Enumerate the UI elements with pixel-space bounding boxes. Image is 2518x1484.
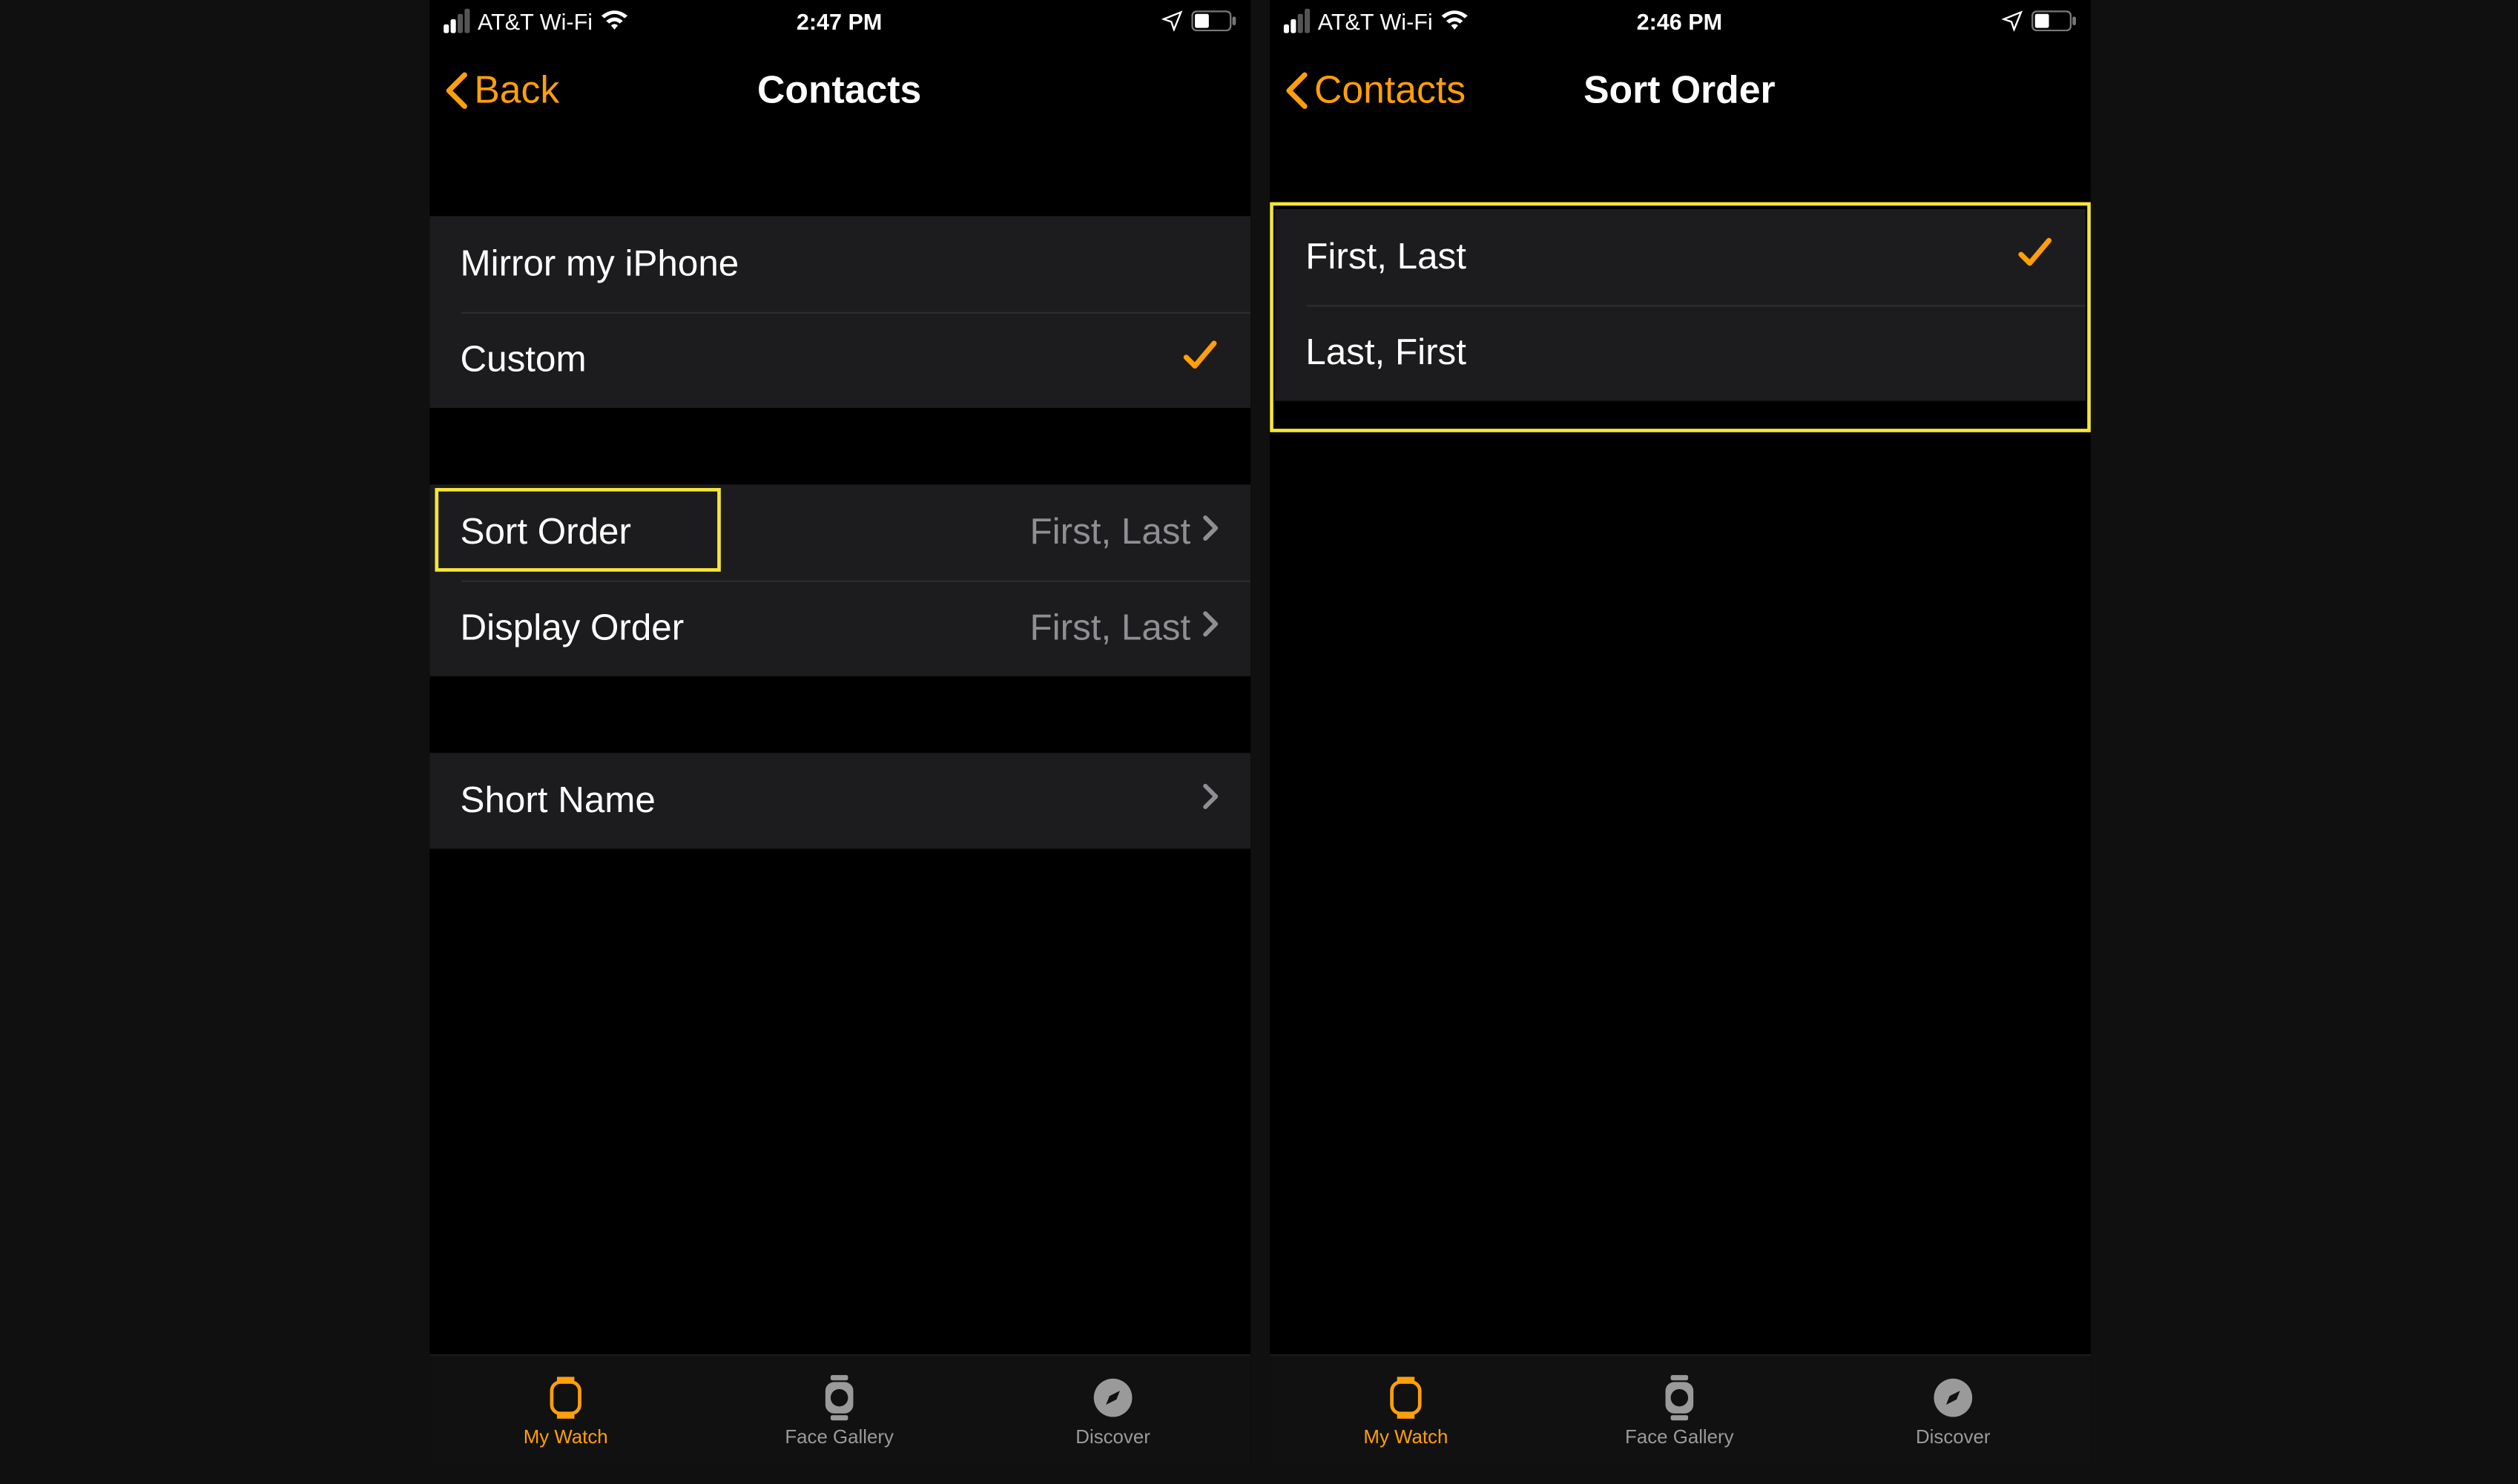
chevron-right-icon xyxy=(1201,514,1219,550)
tab-label: Face Gallery xyxy=(785,1428,894,1448)
tab-my-watch[interactable]: My Watch xyxy=(1268,1356,1542,1464)
row-label: Last, First xyxy=(1305,332,2053,374)
mirror-group: Mirror my iPhone Custom xyxy=(429,216,1250,407)
tab-discover[interactable]: Discover xyxy=(1816,1356,2089,1464)
battery-icon xyxy=(2030,10,2075,31)
row-label: Mirror my iPhone xyxy=(460,243,1218,285)
tab-label: Discover xyxy=(1915,1428,1990,1448)
checkmark-icon xyxy=(1180,337,1219,383)
tab-label: My Watch xyxy=(1363,1428,1448,1448)
tab-my-watch[interactable]: My Watch xyxy=(429,1356,702,1464)
chevron-left-icon xyxy=(1282,70,1307,109)
status-bar: AT&T Wi-Fi 2:46 PM xyxy=(1268,0,2089,42)
tab-bar: My Watch Face Gallery Discover xyxy=(429,1354,1250,1464)
carrier-label: AT&T Wi-Fi xyxy=(1317,8,1432,34)
watch-face-icon xyxy=(1653,1371,1706,1424)
back-button[interactable]: Contacts xyxy=(1282,67,1465,112)
row-label: Display Order xyxy=(460,607,1029,649)
chevron-right-icon xyxy=(1201,782,1219,819)
wifi-icon xyxy=(1441,10,1469,31)
page-title: Contacts xyxy=(757,67,921,112)
row-display-order[interactable]: Display Order First, Last xyxy=(429,581,1250,676)
row-mirror-iphone[interactable]: Mirror my iPhone xyxy=(429,216,1250,311)
phone-sort-order: AT&T Wi-Fi 2:46 PM Contacts Sort Order xyxy=(1268,0,2089,1464)
tab-label: Discover xyxy=(1075,1428,1150,1448)
back-button[interactable]: Back xyxy=(443,67,559,112)
row-label: Sort Order xyxy=(460,512,1029,553)
tab-face-gallery[interactable]: Face Gallery xyxy=(1542,1356,1816,1464)
scroll-content[interactable]: First, Last Last, First xyxy=(1268,139,2089,1354)
row-label: Custom xyxy=(460,339,1180,380)
watch-face-icon xyxy=(813,1371,866,1424)
phone-contacts: AT&T Wi-Fi 2:47 PM Back Contacts xyxy=(429,0,1250,1464)
tab-discover[interactable]: Discover xyxy=(976,1356,1250,1464)
tab-face-gallery[interactable]: Face Gallery xyxy=(702,1356,976,1464)
row-sort-order[interactable]: Sort Order First, Last xyxy=(429,484,1250,580)
location-icon xyxy=(2000,10,2021,31)
nav-bar: Contacts Sort Order xyxy=(1268,42,2089,139)
wifi-icon xyxy=(601,10,629,31)
row-custom[interactable]: Custom xyxy=(429,312,1250,408)
location-icon xyxy=(1161,10,1181,31)
cellular-signal-icon xyxy=(443,9,469,33)
tab-label: My Watch xyxy=(523,1428,607,1448)
cellular-signal-icon xyxy=(1282,9,1308,33)
row-detail: First, Last xyxy=(1029,607,1190,649)
chevron-left-icon xyxy=(443,70,467,109)
order-group: Sort Order First, Last Display Order Fir… xyxy=(429,484,1250,676)
page-title: Sort Order xyxy=(1583,67,1776,112)
scroll-content[interactable]: Mirror my iPhone Custom Sort Order First… xyxy=(429,139,1250,1354)
shortname-group: Short Name xyxy=(429,753,1250,848)
checkmark-icon xyxy=(2014,234,2053,280)
back-label: Back xyxy=(474,67,559,112)
back-label: Contacts xyxy=(1314,67,1466,112)
compass-icon xyxy=(1087,1371,1139,1424)
sort-options-group: First, Last Last, First xyxy=(1273,209,2084,401)
watch-icon xyxy=(539,1371,592,1424)
battery-icon xyxy=(1190,10,1236,31)
nav-bar: Back Contacts xyxy=(429,42,1250,139)
compass-icon xyxy=(1927,1371,1980,1424)
chevron-right-icon xyxy=(1201,610,1219,646)
row-first-last[interactable]: First, Last xyxy=(1273,209,2084,305)
tab-bar: My Watch Face Gallery Discover xyxy=(1268,1354,2089,1464)
row-detail: First, Last xyxy=(1029,512,1190,553)
status-bar: AT&T Wi-Fi 2:47 PM xyxy=(429,0,1250,42)
row-short-name[interactable]: Short Name xyxy=(429,753,1250,848)
row-label: First, Last xyxy=(1305,236,2014,277)
tab-label: Face Gallery xyxy=(1625,1428,1734,1448)
carrier-label: AT&T Wi-Fi xyxy=(478,8,593,34)
watch-icon xyxy=(1380,1371,1432,1424)
row-last-first[interactable]: Last, First xyxy=(1273,305,2084,400)
row-label: Short Name xyxy=(460,780,1201,822)
